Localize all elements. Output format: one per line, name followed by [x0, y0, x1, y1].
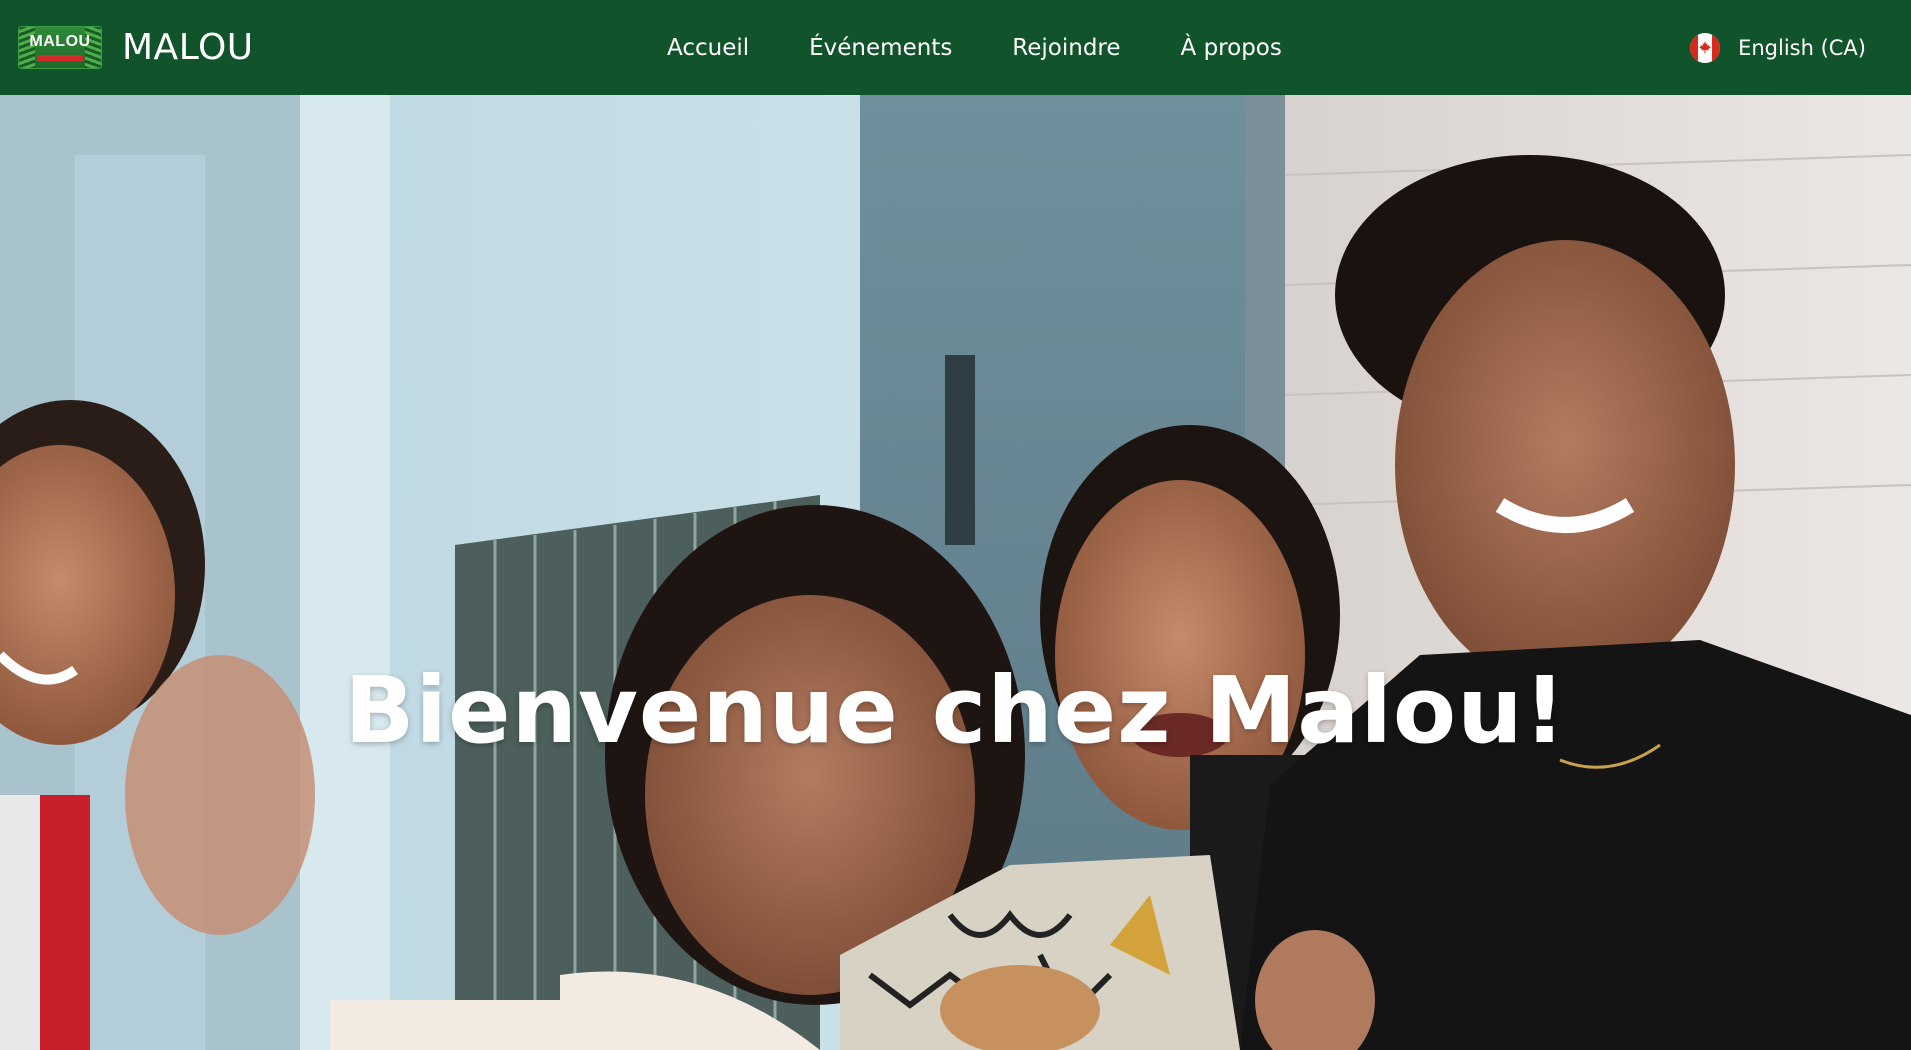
top-navbar: MALOU MALOU Accueil Événements Rejoindre…	[0, 0, 1911, 95]
brand-name: MALOU	[122, 27, 254, 68]
logo-text: MALOU	[29, 33, 91, 50]
language-switcher[interactable]: English (CA)	[1690, 0, 1866, 95]
hero-section: Bienvenue chez Malou!	[0, 95, 1911, 1050]
hero-title: Bienvenue chez Malou!	[344, 656, 1567, 764]
nav-link-a-propos[interactable]: À propos	[1181, 35, 1282, 61]
brand-home-link[interactable]: MALOU MALOU	[18, 0, 254, 95]
canada-flag-icon	[1690, 32, 1721, 63]
nav-link-evenements[interactable]: Événements	[809, 35, 952, 61]
main-nav: Accueil Événements Rejoindre À propos	[667, 0, 1282, 95]
hero-background-photo	[0, 95, 1911, 1050]
language-label: English (CA)	[1738, 35, 1866, 60]
nav-link-rejoindre[interactable]: Rejoindre	[1012, 35, 1120, 61]
nav-link-accueil[interactable]: Accueil	[667, 35, 749, 61]
malou-logo: MALOU	[18, 26, 102, 69]
